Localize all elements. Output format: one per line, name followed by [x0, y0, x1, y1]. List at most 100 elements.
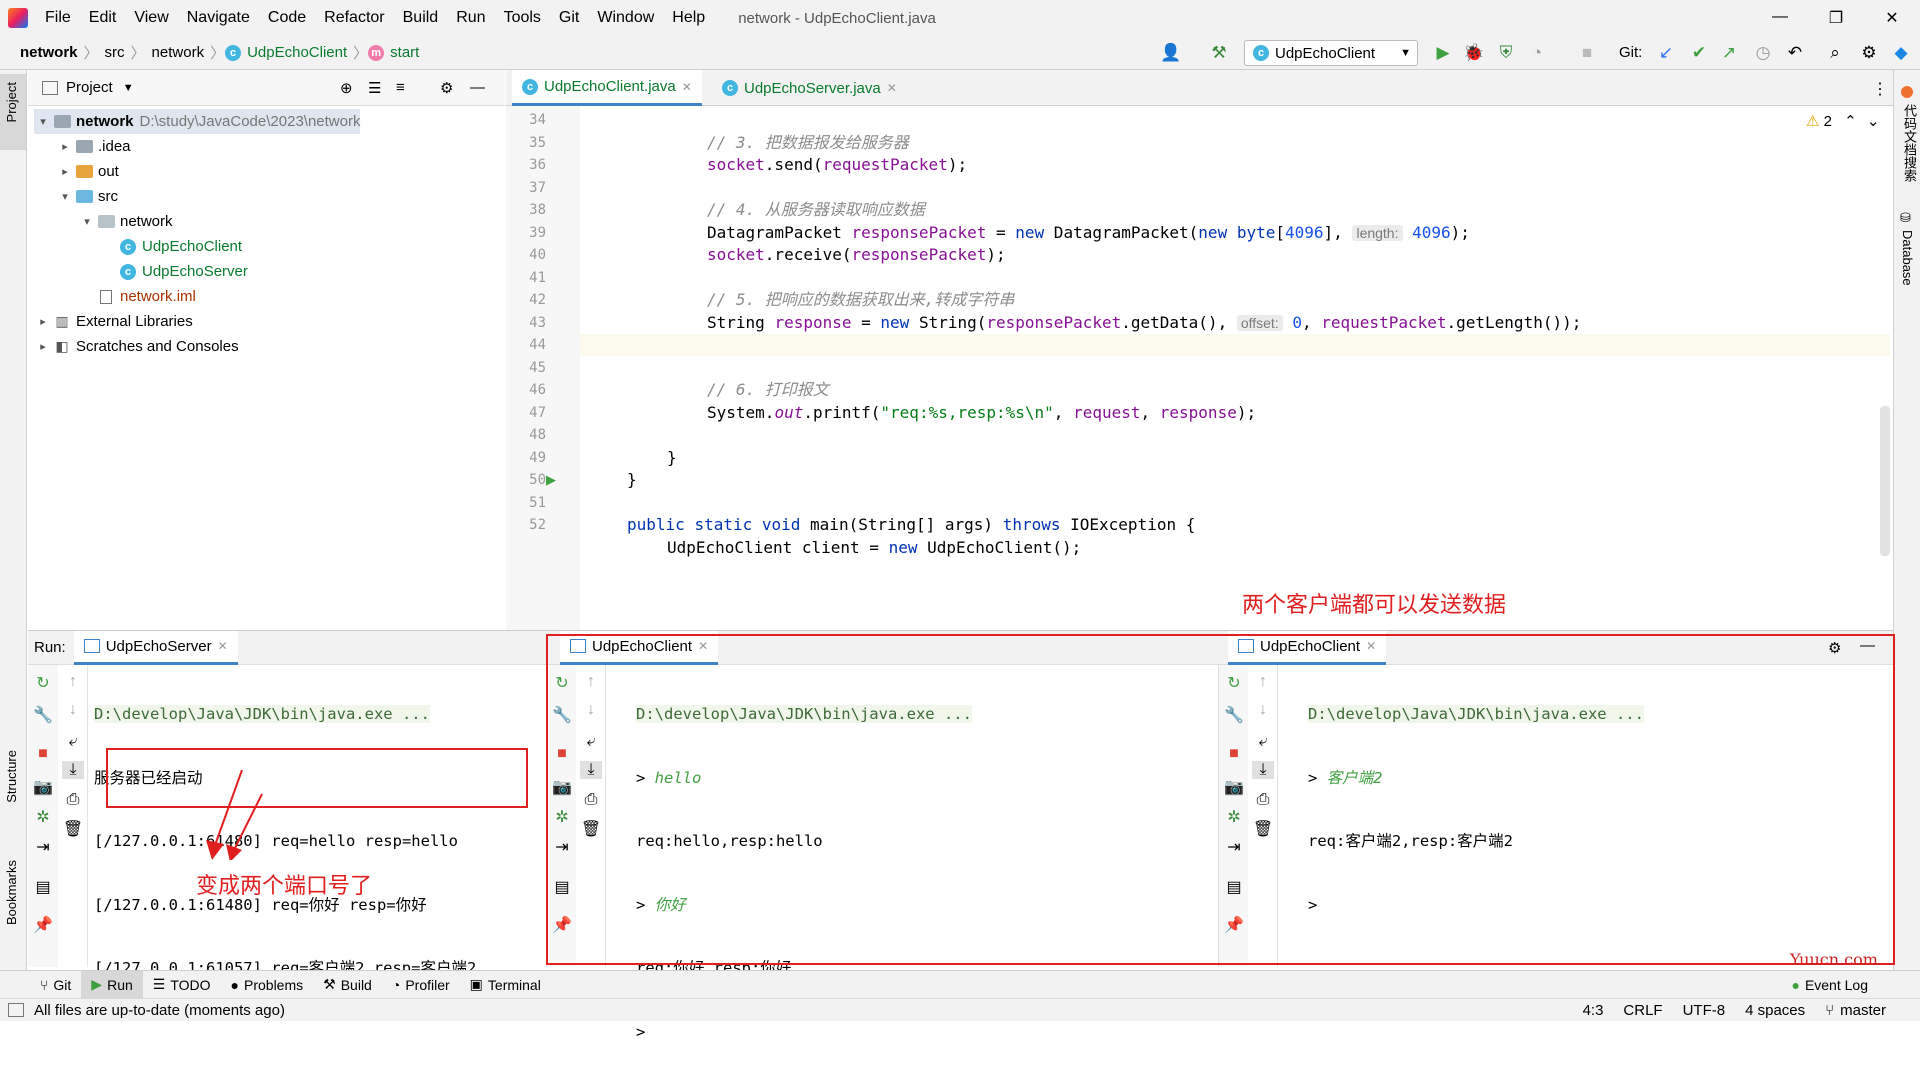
menu-help[interactable]: Help	[663, 9, 714, 27]
menu-build[interactable]: Build	[394, 9, 448, 27]
menu-tools[interactable]: Tools	[495, 9, 550, 27]
expand-all-icon[interactable]: ☰	[368, 79, 381, 97]
git-push-icon[interactable]: ↗	[1718, 42, 1740, 64]
chevron-up-icon[interactable]: ⌃	[1844, 113, 1857, 130]
menu-refactor[interactable]: Refactor	[315, 9, 393, 27]
settings-gear-icon[interactable]: ⚙	[440, 79, 453, 97]
server-console[interactable]: D:\develop\Java\JDK\bin\java.exe ... 服务器…	[94, 665, 476, 1019]
wrench-icon[interactable]: 🔧	[32, 705, 54, 725]
run-tab-udpechoserver[interactable]: UdpEchoServer ✕	[73, 630, 238, 665]
run-configuration-select[interactable]: c UdpEchoClient ▼	[1244, 40, 1418, 66]
inspection-widget[interactable]: ⚠ 2 ⌃ ⌄	[1806, 112, 1879, 130]
tree-item-src[interactable]: ▾ src	[56, 184, 118, 209]
soft-wrap-icon[interactable]: ⤶	[62, 733, 84, 751]
editor-scrollbar[interactable]	[1880, 406, 1890, 556]
toolwindow-profiler[interactable]: ◔ Profiler	[382, 971, 460, 999]
caret-position[interactable]: 4:3	[1583, 1002, 1604, 1019]
indent-setting[interactable]: 4 spaces	[1745, 1002, 1805, 1019]
user-icon[interactable]: 👤	[1160, 42, 1182, 64]
tree-item-idea[interactable]: ▸ .idea	[56, 134, 130, 159]
breadcrumb-project[interactable]: network	[14, 44, 84, 61]
stop-icon[interactable]: ■	[32, 745, 54, 763]
toolwindow-event-log[interactable]: ● Event Log	[1781, 971, 1878, 999]
menu-window[interactable]: Window	[588, 9, 663, 27]
debug-icon[interactable]: ✲	[32, 807, 54, 827]
menu-view[interactable]: View	[125, 9, 177, 27]
toolwindow-run[interactable]: ▶ Run	[81, 970, 143, 999]
chevron-down-icon[interactable]: ▾	[34, 115, 52, 128]
code-area[interactable]: // 3. 把数据报发给服务器 socket.send(requestPacke…	[580, 106, 1880, 630]
layout-icon[interactable]: ▤	[32, 877, 54, 897]
tree-item-external-libraries[interactable]: ▸ ▥ External Libraries	[34, 309, 192, 334]
toolwindow-git[interactable]: ⑂ Git	[30, 971, 81, 999]
menu-navigate[interactable]: Navigate	[178, 9, 259, 27]
scroll-to-end-icon[interactable]: ⤓	[62, 761, 84, 779]
arrow-down-icon[interactable]: ↓	[62, 701, 84, 719]
doc-search-tool-button[interactable]: 代码文档搜索	[1900, 104, 1919, 182]
more-icon[interactable]: ⋮	[1872, 79, 1888, 99]
stop-icon[interactable]: ■	[1576, 42, 1598, 64]
menu-run[interactable]: Run	[447, 9, 494, 27]
debug-icon[interactable]: 🐞	[1463, 42, 1485, 64]
toolwindow-problems[interactable]: ● Problems	[221, 971, 314, 999]
search-icon[interactable]: ⌕	[1824, 42, 1846, 64]
project-panel-title[interactable]: Project	[66, 79, 113, 96]
close-tab-icon[interactable]: ✕	[218, 639, 228, 653]
plugin-logo-icon[interactable]: ◆	[1890, 42, 1912, 64]
git-branch[interactable]: master	[1840, 1002, 1886, 1019]
print-icon[interactable]: ⎙	[62, 791, 84, 809]
tree-item-scratches-and-consoles[interactable]: ▸ ◧ Scratches and Consoles	[34, 334, 238, 359]
toolwindow-todo[interactable]: ☰ TODO	[143, 971, 221, 999]
line-separator[interactable]: CRLF	[1623, 1002, 1662, 1019]
tree-item-network[interactable]: ▾ network D:\study\JavaCode\2023\network	[34, 109, 361, 134]
menu-git[interactable]: Git	[550, 9, 588, 27]
tree-item-network[interactable]: ▾ network	[78, 209, 172, 234]
menu-code[interactable]: Code	[259, 9, 315, 27]
menu-file[interactable]: File	[36, 9, 80, 27]
arrow-up-icon[interactable]: ↑	[62, 673, 84, 691]
tree-item-udpechoserver[interactable]: c UdpEchoServer	[100, 259, 248, 284]
breadcrumb-method[interactable]: start	[384, 44, 425, 61]
tab-udpechoclient[interactable]: c UdpEchoClient.java ✕	[512, 70, 702, 106]
settings-gear-icon[interactable]: ⚙	[1858, 42, 1880, 64]
restore-icon[interactable]: ❐	[1808, 8, 1864, 28]
close-tab-icon[interactable]: ✕	[682, 80, 692, 94]
toggle-tool-windows-icon[interactable]	[8, 1003, 24, 1017]
chevron-down-icon[interactable]: ▾	[56, 190, 74, 203]
git-update-icon[interactable]: ↙	[1655, 42, 1677, 64]
rerun-icon[interactable]: ↻	[32, 673, 54, 693]
rollback-icon[interactable]: ↶	[1784, 42, 1806, 64]
run-gutter-icon[interactable]: ▶	[546, 472, 556, 488]
history-icon[interactable]: ◷	[1752, 42, 1774, 64]
chevron-right-icon[interactable]: ▸	[34, 315, 52, 328]
chevron-down-icon[interactable]: ▼	[123, 82, 134, 94]
bookmarks-tool-button[interactable]: Bookmarks	[4, 860, 19, 925]
toolwindow-build[interactable]: ⚒ Build	[313, 971, 382, 999]
chevron-right-icon[interactable]: ▸	[56, 140, 74, 153]
toolwindow-terminal[interactable]: ▣ Terminal	[460, 971, 551, 999]
close-tab-icon[interactable]: ✕	[887, 81, 897, 95]
profile-icon[interactable]: ◔	[1526, 42, 1548, 64]
breadcrumb-package[interactable]: network	[146, 44, 211, 61]
tree-item-out[interactable]: ▸ out	[56, 159, 119, 184]
project-tool-button[interactable]: Project	[4, 82, 19, 122]
chevron-down-icon[interactable]: ▾	[78, 215, 96, 228]
run-icon[interactable]: ▶	[1432, 42, 1454, 64]
chevron-right-icon[interactable]: ▸	[34, 340, 52, 353]
tree-item-udpechoclient[interactable]: c UdpEchoClient	[100, 234, 242, 259]
chevron-down-icon[interactable]: ⌄	[1867, 113, 1880, 130]
exit-icon[interactable]: ⇥	[32, 837, 54, 857]
structure-tool-button[interactable]: Structure	[4, 750, 19, 803]
pin-icon[interactable]: 📌	[32, 915, 54, 935]
minimize-icon[interactable]: —	[1752, 8, 1808, 28]
camera-icon[interactable]: 📷	[32, 777, 54, 797]
trash-icon[interactable]: 🗑	[62, 819, 84, 839]
database-tool-button[interactable]: Database	[1900, 230, 1915, 286]
file-encoding[interactable]: UTF-8	[1683, 1002, 1726, 1019]
build-hammer-icon[interactable]: ⚒	[1208, 42, 1230, 64]
close-icon[interactable]: ✕	[1864, 8, 1920, 28]
breadcrumb-class[interactable]: UdpEchoClient	[241, 44, 353, 61]
chevron-right-icon[interactable]: ▸	[56, 165, 74, 178]
locate-icon[interactable]: ⊕	[340, 79, 353, 97]
git-commit-icon[interactable]: ✔	[1688, 42, 1710, 64]
